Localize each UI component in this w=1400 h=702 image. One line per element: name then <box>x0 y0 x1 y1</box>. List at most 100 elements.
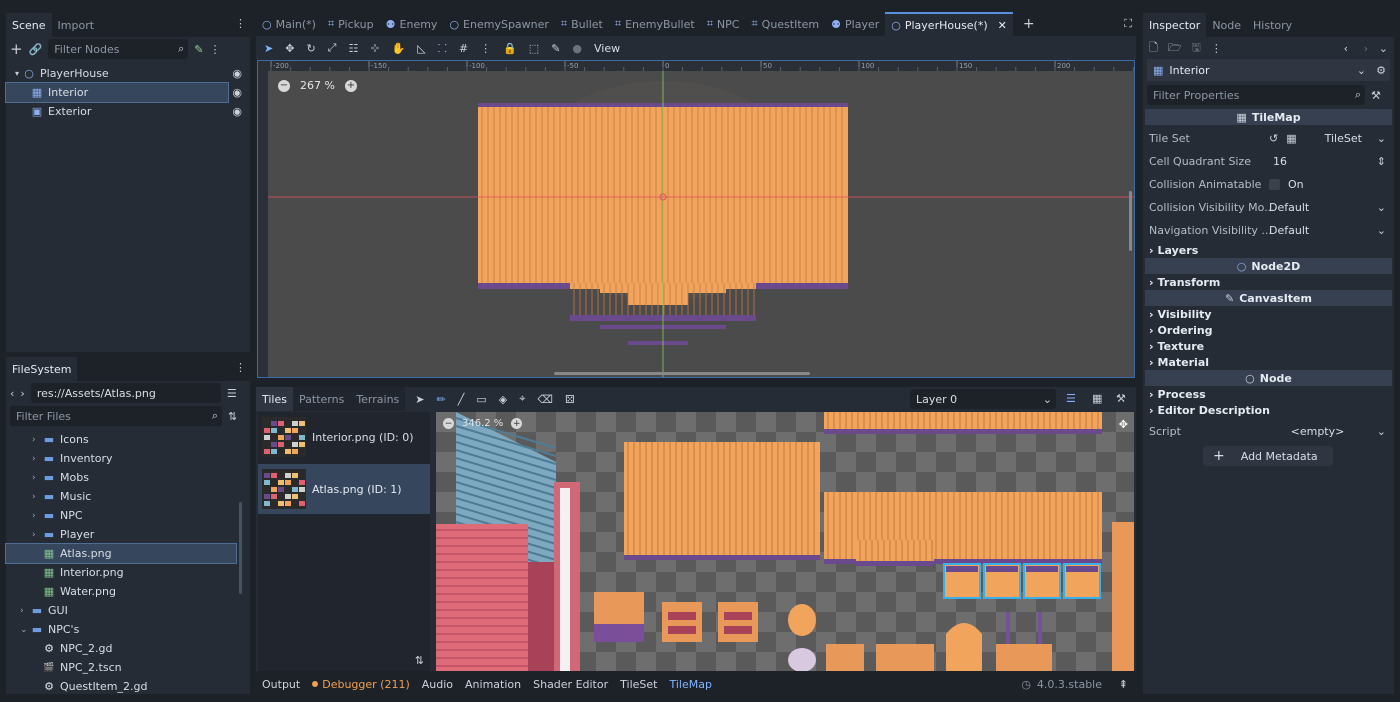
filter-files-input[interactable]: Filter Files ⌕ <box>10 406 222 426</box>
scrollbar[interactable] <box>554 372 810 375</box>
atlas-view[interactable]: − 346.2 % + ✥ <box>436 412 1134 671</box>
file-item[interactable]: › ▬ Player <box>6 525 250 544</box>
rotate-tool-icon[interactable]: ↻ <box>306 42 315 55</box>
view-menu[interactable]: View <box>594 42 620 55</box>
tab-animation[interactable]: Animation <box>459 678 527 691</box>
tab-import[interactable]: Import <box>52 13 101 37</box>
chevron-right-icon[interactable]: › <box>32 511 42 521</box>
add-node-icon[interactable]: + <box>10 40 23 58</box>
pan-tool-icon[interactable]: ✋ <box>392 42 406 55</box>
editor-tab[interactable]: ⌗ EnemyBullet <box>609 12 701 36</box>
chevron-down-icon[interactable]: ▾ <box>12 69 22 78</box>
split-view-icon[interactable]: ☰ <box>227 387 237 400</box>
new-resource-icon[interactable]: 🗋 <box>1149 39 1158 58</box>
atlas-zoom-level[interactable]: 346.2 % <box>462 418 503 429</box>
list-view-icon[interactable]: ☰ <box>1066 392 1076 405</box>
layer-select[interactable]: Layer 0 ⌄ <box>910 389 1056 409</box>
object-selector[interactable]: ▦ Interior ⌄ ⚙ <box>1147 59 1390 81</box>
editor-tab[interactable]: ⌗ NPC <box>701 12 746 36</box>
file-item[interactable]: › ▬ NPC <box>6 506 250 525</box>
expand-icon[interactable]: ✥ <box>1119 418 1128 431</box>
file-item[interactable]: › ▬ Inventory <box>6 449 250 468</box>
grid-toggle-icon[interactable]: ▦ <box>1092 392 1102 405</box>
random-tile-icon[interactable]: ⚄ <box>565 393 575 406</box>
tab-terrains[interactable]: Terrains <box>350 387 406 411</box>
distraction-free-icon[interactable]: ⛶ <box>1124 17 1132 31</box>
section-process[interactable]: › Process <box>1143 386 1394 402</box>
path-field[interactable]: res://Assets/Atlas.png <box>30 383 221 403</box>
tab-tilemap[interactable]: TileMap <box>663 678 717 691</box>
collision-animatable-checkbox[interactable] <box>1269 179 1280 190</box>
tree-node-interior[interactable]: ▦ Interior <box>5 82 229 103</box>
sort-icon[interactable]: ⇅ <box>415 654 424 667</box>
tab-patterns[interactable]: Patterns <box>293 387 351 411</box>
tile-source-item[interactable]: Atlas.png (ID: 1) <box>258 464 430 514</box>
editor-tab[interactable]: ⚉ Player <box>825 12 885 36</box>
file-item[interactable]: ⚙ QuestItem_2.gd <box>6 677 250 696</box>
bucket-tool-icon[interactable]: ◈ <box>499 393 507 406</box>
chevron-right-icon[interactable]: › <box>32 473 42 483</box>
collision-visibility-select[interactable]: Default ⌄ <box>1269 201 1386 214</box>
canvas-viewport[interactable]: -200 -150 -100 -50 0 50 100 150 200 − 267 % + <box>257 60 1135 378</box>
history-forward-icon[interactable]: › <box>1364 42 1368 55</box>
scale-tool-icon[interactable]: ⤢ <box>328 41 337 55</box>
editor-tab[interactable]: ⌗ Pickup <box>322 12 380 36</box>
save-icon[interactable]: 🖫 <box>1192 39 1201 58</box>
tab-debugger[interactable]: Debugger (211) <box>306 678 416 691</box>
zoom-out-icon[interactable]: − <box>278 79 290 92</box>
history-back-icon[interactable]: ‹ <box>1344 42 1348 55</box>
section-material[interactable]: › Material <box>1143 354 1394 370</box>
spin-arrows-icon[interactable]: ⇕ <box>1377 155 1386 168</box>
navigation-visibility-select[interactable]: Default ⌄ <box>1269 224 1386 237</box>
eraser-tool-icon[interactable]: ⌫ <box>537 393 553 406</box>
forward-arrow-icon[interactable]: › <box>20 387 24 400</box>
zoom-in-icon[interactable]: + <box>344 79 357 92</box>
panel-toggle-icon[interactable]: ⇞ <box>1119 678 1128 691</box>
filter-properties-input[interactable]: Filter Properties ⌕ <box>1147 85 1365 105</box>
tile-source-item[interactable]: Interior.png (ID: 0) <box>258 412 430 462</box>
editor-tab[interactable]: ○ EnemySpawner <box>443 12 555 36</box>
tab-shader-editor[interactable]: Shader Editor <box>527 678 614 691</box>
list-select-icon[interactable]: ☷ <box>348 42 358 55</box>
file-item[interactable]: ⚙ NPC_2.gd <box>6 639 250 658</box>
visibility-eye-icon[interactable]: ◉ <box>232 67 242 80</box>
file-item[interactable]: › ▬ GUI <box>6 601 250 620</box>
zoom-out-icon[interactable]: − <box>443 418 454 429</box>
tab-node[interactable]: Node <box>1206 13 1247 37</box>
link-icon[interactable]: 🔗 <box>29 43 43 56</box>
section-texture[interactable]: › Texture <box>1143 338 1394 354</box>
editor-tab[interactable]: ⌗ Bullet <box>555 12 609 36</box>
script-value[interactable]: <empty> ⌄ <box>1269 425 1386 438</box>
menu-dots-icon[interactable]: ⋮ <box>210 43 221 56</box>
add-metadata-button[interactable]: + Add Metadata <box>1203 446 1333 466</box>
atlas-canvas[interactable] <box>436 412 1134 671</box>
visibility-eye-icon[interactable]: ◉ <box>232 86 242 99</box>
section-ordering[interactable]: › Ordering <box>1143 322 1394 338</box>
sort-icon[interactable]: ⇅ <box>228 410 237 423</box>
section-editor-description[interactable]: › Editor Description <box>1143 402 1394 418</box>
property-options-icon[interactable]: ⚒ <box>1371 89 1381 102</box>
file-item[interactable]: ▦ Water.png <box>6 582 250 601</box>
group-icon[interactable]: ⬚ <box>529 42 539 55</box>
editor-tab[interactable]: ⚉ Enemy <box>380 12 444 36</box>
chevron-right-icon[interactable]: › <box>32 454 42 464</box>
bone-icon[interactable]: ✎ <box>551 42 560 55</box>
tab-audio[interactable]: Audio <box>416 678 459 691</box>
chevron-right-icon[interactable]: › <box>32 530 42 540</box>
close-tab-icon[interactable]: ✕ <box>998 19 1007 32</box>
menu-dots-icon[interactable]: ⋮ <box>1211 42 1222 55</box>
camera-override-icon[interactable]: ● <box>572 42 582 55</box>
script-add-icon[interactable]: ✎ <box>194 43 203 56</box>
editor-tab[interactable]: ○ Main(*) <box>256 12 322 36</box>
tab-inspector[interactable]: Inspector <box>1143 13 1207 37</box>
file-item[interactable]: ⌄ ▬ NPC's <box>6 620 250 639</box>
object-settings-icon[interactable]: ⚙ <box>1376 64 1386 77</box>
select-tool-icon[interactable]: ➤ <box>415 393 424 406</box>
scrollbar[interactable] <box>1129 191 1132 251</box>
back-arrow-icon[interactable]: ‹ <box>10 387 14 400</box>
chevron-right-icon[interactable]: › <box>20 606 30 616</box>
file-item[interactable]: › ▬ Mobs <box>6 468 250 487</box>
chevron-down-icon[interactable]: ⌄ <box>20 625 30 635</box>
menu-dots-icon[interactable]: ⋮ <box>235 17 246 30</box>
filter-nodes-input[interactable]: Filter Nodes ⌕ <box>48 39 189 59</box>
